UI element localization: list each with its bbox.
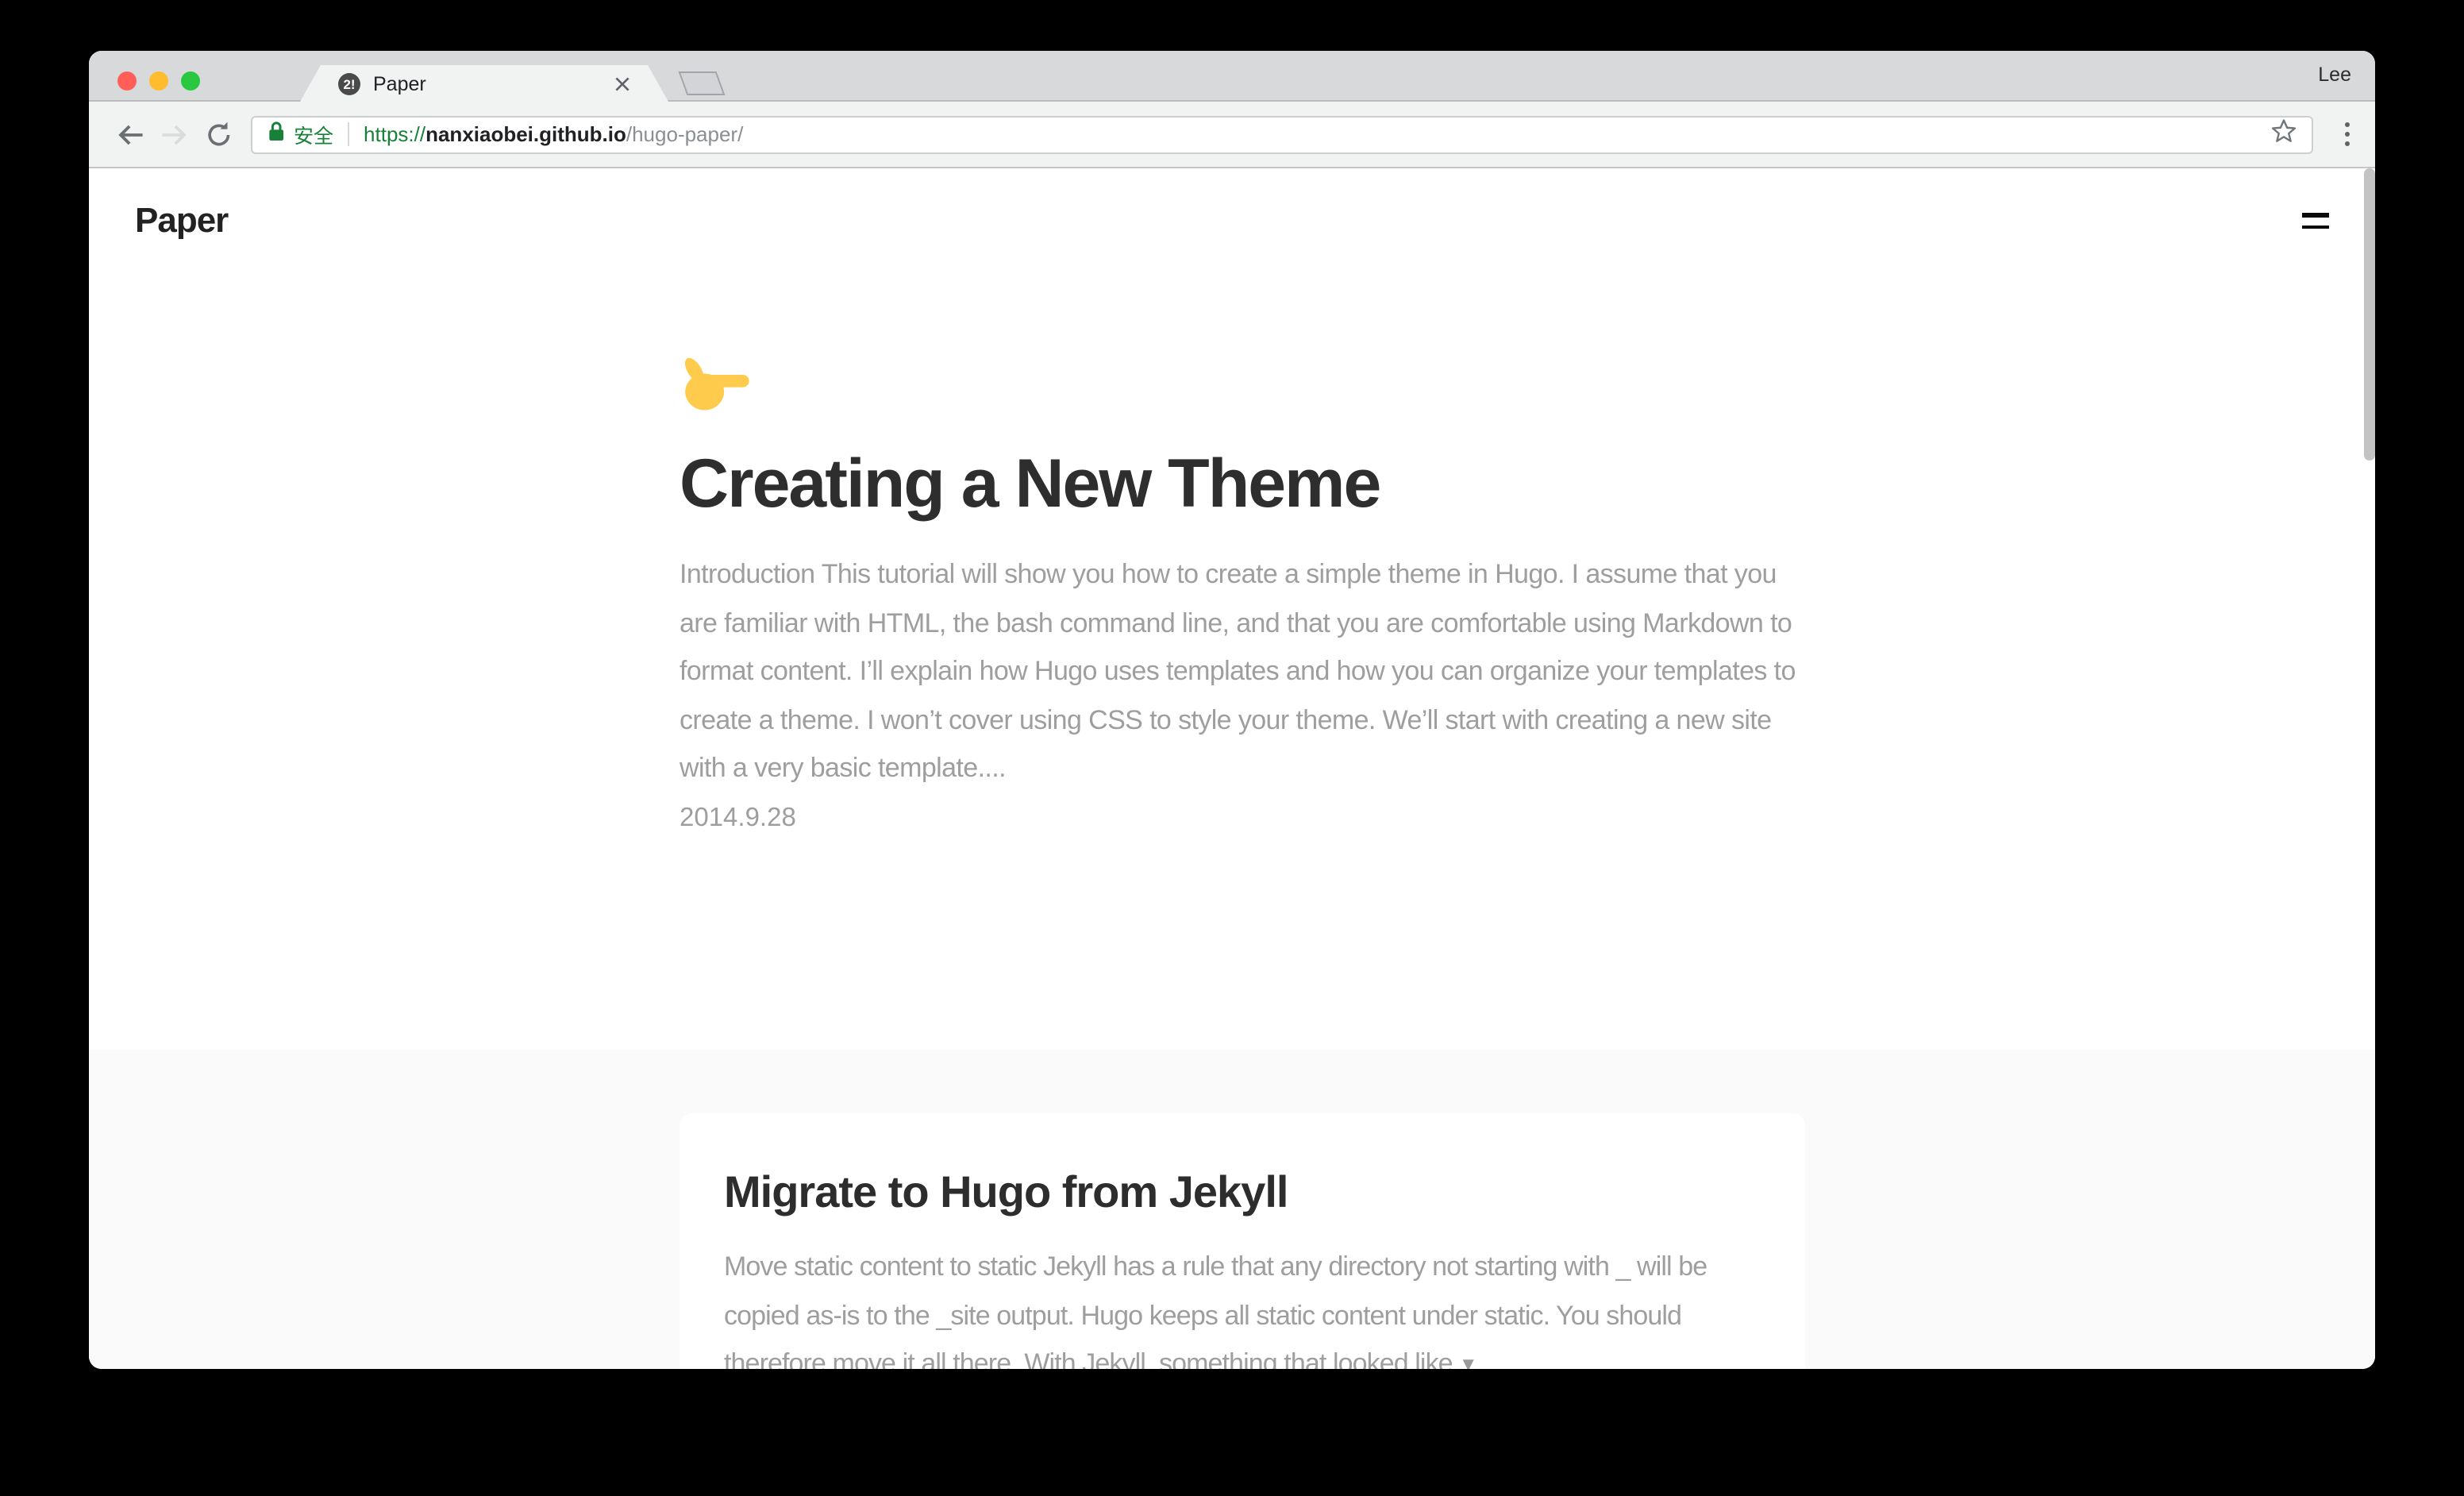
bookmark-star-icon[interactable]	[2270, 117, 2297, 152]
close-window-button[interactable]	[117, 71, 137, 91]
site-header: Paper	[89, 168, 2375, 241]
page-scrollbar[interactable]	[2364, 168, 2375, 461]
reload-button[interactable]	[197, 112, 241, 156]
lock-icon	[267, 118, 286, 150]
browser-tab[interactable]: 2! Paper	[300, 65, 668, 102]
screenshot-stage: 2! Paper Lee	[0, 0, 2464, 1496]
posts-section: Migrate to Hugo from Jekyll Move static …	[89, 1050, 2375, 1369]
browser-toolbar: 安全 https://nanxiaobei.github.io/hugo-pap…	[89, 102, 2375, 168]
tab-strip: 2! Paper Lee	[89, 51, 2375, 102]
post-card[interactable]: Migrate to Hugo from Jekyll Move static …	[680, 1113, 1805, 1369]
expand-arrow-icon[interactable]: ▼	[1459, 1353, 1477, 1369]
hero-post[interactable]: Creating a New Theme Introduction This t…	[680, 346, 1805, 834]
security-label: 安全	[294, 119, 333, 149]
zoom-window-button[interactable]	[181, 71, 200, 91]
url-path: /hugo-paper/	[626, 122, 743, 146]
tab-title: Paper	[373, 72, 426, 94]
forward-button[interactable]	[152, 112, 197, 156]
address-bar[interactable]: 安全 https://nanxiaobei.github.io/hugo-pap…	[251, 115, 2312, 153]
post-title[interactable]: Migrate to Hugo from Jekyll	[724, 1167, 1761, 1218]
pointing-right-emoji-icon	[680, 346, 753, 419]
omnibox-separator	[348, 122, 349, 146]
url-scheme: https://	[364, 122, 425, 146]
post-summary: Introduction This tutorial will show you…	[680, 552, 1805, 794]
minimize-window-button[interactable]	[149, 71, 168, 91]
url-text: https://nanxiaobei.github.io/hugo-paper/	[364, 122, 743, 146]
post-date: 2014.9.28	[680, 804, 1805, 834]
tab-close-icon[interactable]	[614, 75, 630, 91]
new-tab-button[interactable]	[679, 71, 726, 95]
post-summary: Move static content to static Jekyll has…	[724, 1243, 1761, 1369]
page-viewport: Paper Creating a New Theme Introduction …	[89, 168, 2375, 1369]
url-host: nanxiaobei.github.io	[425, 122, 626, 146]
browser-menu-icon[interactable]	[2344, 122, 2350, 147]
hamburger-menu-icon[interactable]	[2302, 208, 2329, 233]
site-logo[interactable]: Paper	[135, 200, 228, 241]
browser-window: 2! Paper Lee	[89, 51, 2375, 1369]
tab-favicon: 2!	[338, 72, 360, 94]
post-title[interactable]: Creating a New Theme	[680, 448, 1805, 523]
back-button[interactable]	[108, 112, 152, 156]
window-controls	[117, 71, 200, 91]
profile-name[interactable]: Lee	[2318, 64, 2351, 86]
